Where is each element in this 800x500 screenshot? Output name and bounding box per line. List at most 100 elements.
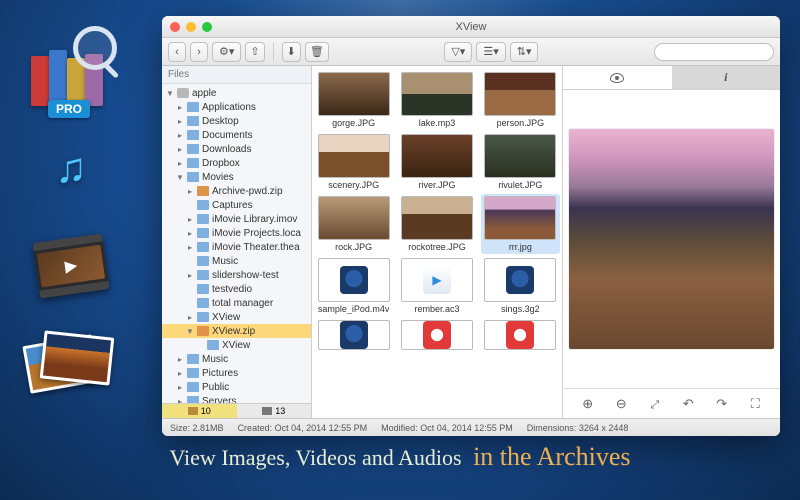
tree-item[interactable]: testvedio (162, 282, 311, 296)
preview-tab[interactable] (563, 66, 672, 89)
zoom-out-button[interactable] (612, 396, 630, 412)
thumbnail-label: rock.JPG (335, 242, 372, 252)
thumbnail-item[interactable]: rrr.jpg (481, 194, 560, 254)
tree-item-label: Captures (212, 200, 253, 211)
tree-item[interactable]: ▸Applications (162, 100, 311, 114)
info-icon: i (724, 70, 727, 85)
disk-icon (177, 88, 189, 98)
preview-panel: i (562, 66, 780, 418)
tree-item[interactable]: ▸Public (162, 380, 311, 394)
rotate-right-button[interactable] (713, 396, 731, 412)
zip-icon (197, 186, 209, 196)
minimize-button[interactable] (186, 22, 196, 32)
tree-item[interactable]: ▸XView (162, 310, 311, 324)
view-mode-button[interactable]: ☰ ▾ (476, 42, 505, 62)
music-icon: ♫ (16, 128, 126, 208)
tree-item[interactable]: total manager (162, 296, 311, 310)
thumbnail-item[interactable] (397, 318, 476, 354)
gear-button[interactable]: ⚙ ▾ (212, 42, 241, 62)
tree-item[interactable]: ▸Servers (162, 394, 311, 403)
tree-item[interactable]: ▸iMovie Projects.loca (162, 226, 311, 240)
preview-controls (563, 388, 780, 418)
tree-item[interactable]: Captures (162, 198, 311, 212)
search-input[interactable] (654, 43, 774, 61)
thumbnail-item[interactable]: sample_iPod.m4v (314, 256, 393, 316)
tree-item[interactable]: ▸Music (162, 352, 311, 366)
tree-item[interactable]: ▸Documents (162, 128, 311, 142)
gear-icon: ⚙ (219, 45, 229, 58)
share-icon: ⇧ (250, 45, 259, 58)
zoom-button[interactable] (202, 22, 212, 32)
fullscreen-button[interactable] (746, 396, 764, 412)
tree-item-label: Public (202, 382, 229, 393)
nav-back-button[interactable]: ‹ (168, 42, 186, 62)
tree-item-label: Pictures (202, 368, 238, 379)
folder-icon (187, 158, 199, 168)
thumbnail-item[interactable]: rivulet.JPG (481, 132, 560, 192)
thumbnail-label: rivulet.JPG (498, 180, 542, 190)
sort-button[interactable]: ⇅ ▾ (510, 42, 539, 62)
thumbnail-label: sings.3g2 (501, 304, 540, 314)
thumbnail-item[interactable] (314, 318, 393, 354)
zip-icon (197, 326, 209, 336)
tree-item[interactable]: ▼Movies (162, 170, 311, 184)
thumbnail-grid: gorge.JPGlake.mp3person.JPGscenery.JPGri… (312, 66, 562, 418)
folder-icon (187, 144, 199, 154)
play-icon (423, 266, 451, 294)
tree-item[interactable]: ▸Desktop (162, 114, 311, 128)
thumbnail-item[interactable]: gorge.JPG (314, 70, 393, 130)
image-icon (262, 407, 272, 415)
zoom-in-button[interactable] (579, 396, 597, 412)
tree-item-label: Music (202, 354, 228, 365)
tree-item[interactable]: XView (162, 338, 311, 352)
delete-button[interactable]: 🗑 (305, 42, 329, 62)
tree-item[interactable]: ▼XView.zip (162, 324, 311, 338)
promo-icons: PRO ♫ (16, 30, 146, 422)
tree-item-label: iMovie Projects.loca (212, 228, 301, 239)
tree-item[interactable]: ▸Downloads (162, 142, 311, 156)
list-icon: ☰ (483, 45, 493, 58)
nav-forward-button[interactable]: › (190, 42, 208, 62)
sort-icon: ⇅ (517, 45, 526, 58)
itunes-icon (506, 321, 534, 349)
save-button[interactable]: ⬇ (282, 42, 301, 62)
thumbnail-item[interactable]: rember.ac3 (397, 256, 476, 316)
tree-item[interactable]: ▸slidershow-test (162, 268, 311, 282)
close-button[interactable] (170, 22, 180, 32)
tree-item[interactable]: ▸Archive-pwd.zip (162, 184, 311, 198)
tree-item-label: slidershow-test (212, 270, 279, 281)
filter-button[interactable]: ▽ ▾ (444, 42, 472, 62)
tree-item[interactable]: ▸Pictures (162, 366, 311, 380)
thumbnail-item[interactable]: person.JPG (481, 70, 560, 130)
share-button[interactable]: ⇧ (245, 42, 264, 62)
tree-item[interactable]: ▸iMovie Library.imov (162, 212, 311, 226)
thumbnail-item[interactable]: sings.3g2 (481, 256, 560, 316)
status-bar: Size: 2.81MB Created: Oct 04, 2014 12:55… (162, 418, 780, 436)
tree-item-label: Dropbox (202, 158, 240, 169)
info-tab[interactable]: i (672, 66, 781, 89)
folder-icon (197, 256, 209, 266)
qt-icon (506, 266, 534, 294)
thumbnail-item[interactable] (481, 318, 560, 354)
tree-item[interactable]: ▸Dropbox (162, 156, 311, 170)
qt-icon (340, 321, 368, 349)
folder-icon (197, 214, 209, 224)
thumbnail-item[interactable]: rockotree.JPG (397, 194, 476, 254)
thumbnail-item[interactable]: rock.JPG (314, 194, 393, 254)
folder-icon (187, 130, 199, 140)
fit-button[interactable] (646, 396, 664, 412)
tree-item-label: Desktop (202, 116, 239, 127)
photos-icon (16, 324, 126, 404)
thumbnail-item[interactable]: scenery.JPG (314, 132, 393, 192)
tree-item[interactable]: ▸iMovie Theater.thea (162, 240, 311, 254)
rotate-left-button[interactable] (679, 396, 697, 412)
thumbnail-item[interactable]: river.JPG (397, 132, 476, 192)
tree-item[interactable]: ▼apple (162, 86, 311, 100)
folder-icon (197, 228, 209, 238)
tree-item-label: Servers (202, 396, 236, 404)
tree-item-label: XView (222, 340, 250, 351)
save-icon: ⬇ (287, 45, 296, 58)
thumbnail-item[interactable]: lake.mp3 (397, 70, 476, 130)
folder-icon (187, 368, 199, 378)
tree-item[interactable]: Music (162, 254, 311, 268)
